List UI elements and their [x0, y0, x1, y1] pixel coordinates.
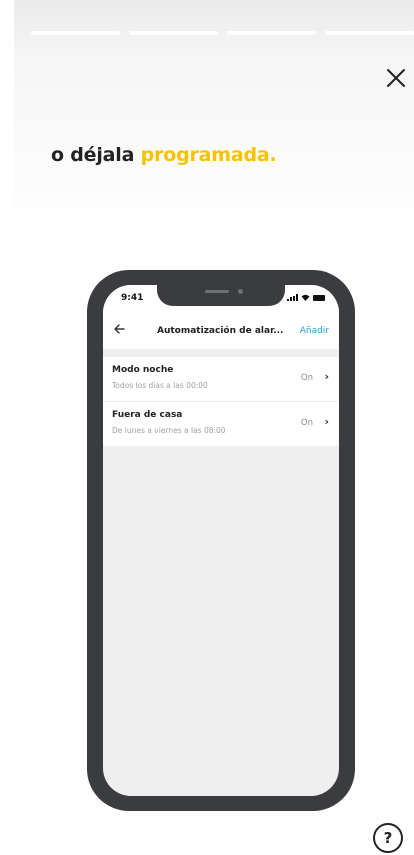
headline-accent: programada.	[140, 144, 277, 166]
chevron-right-icon: ›	[324, 415, 329, 428]
list-item-title: Fuera de casa	[112, 410, 183, 420]
signal-icon	[287, 294, 298, 301]
list-item-title: Modo noche	[112, 365, 174, 375]
progress-segment	[129, 31, 218, 35]
camera-dot	[238, 289, 243, 294]
progress-segment	[31, 31, 120, 35]
status-icons	[287, 294, 325, 301]
phone-mockup: 9:41 Automatización de alar... Añadir Mo…	[87, 270, 355, 811]
app-navbar: Automatización de alar... Añadir	[103, 315, 339, 349]
speaker-grill	[205, 290, 229, 293]
list-item[interactable]: Fuera de casa De lunes a viernes a las 0…	[103, 402, 339, 446]
battery-icon	[313, 295, 325, 301]
automation-list: Modo noche Todos los días a las 00:00 On…	[103, 357, 339, 446]
story-progress	[31, 31, 414, 35]
list-item-status: On	[300, 373, 313, 383]
help-icon: ?	[383, 829, 393, 847]
phone-notch	[157, 285, 285, 306]
headline: o déjala programada.	[51, 144, 277, 166]
list-item-status: On	[300, 418, 313, 428]
chevron-right-icon: ›	[324, 370, 329, 383]
nav-title: Automatización de alar...	[157, 326, 284, 336]
progress-segment	[227, 31, 316, 35]
phone-screen: 9:41 Automatización de alar... Añadir Mo…	[103, 285, 339, 796]
headline-prefix: o déjala	[51, 144, 141, 166]
list-item-subtitle: Todos los días a las 00:00	[112, 381, 208, 390]
add-button[interactable]: Añadir	[300, 326, 329, 336]
back-button[interactable]	[113, 323, 125, 339]
help-button[interactable]: ?	[373, 823, 403, 853]
list-item-subtitle: De lunes a viernes a las 08:00	[112, 426, 226, 435]
close-button[interactable]	[384, 66, 408, 90]
status-time: 9:41	[121, 293, 144, 303]
progress-segment	[325, 31, 414, 35]
close-icon	[387, 69, 405, 87]
arrow-left-icon	[114, 324, 125, 334]
wifi-icon	[301, 294, 310, 301]
list-item[interactable]: Modo noche Todos los días a las 00:00 On…	[103, 357, 339, 402]
